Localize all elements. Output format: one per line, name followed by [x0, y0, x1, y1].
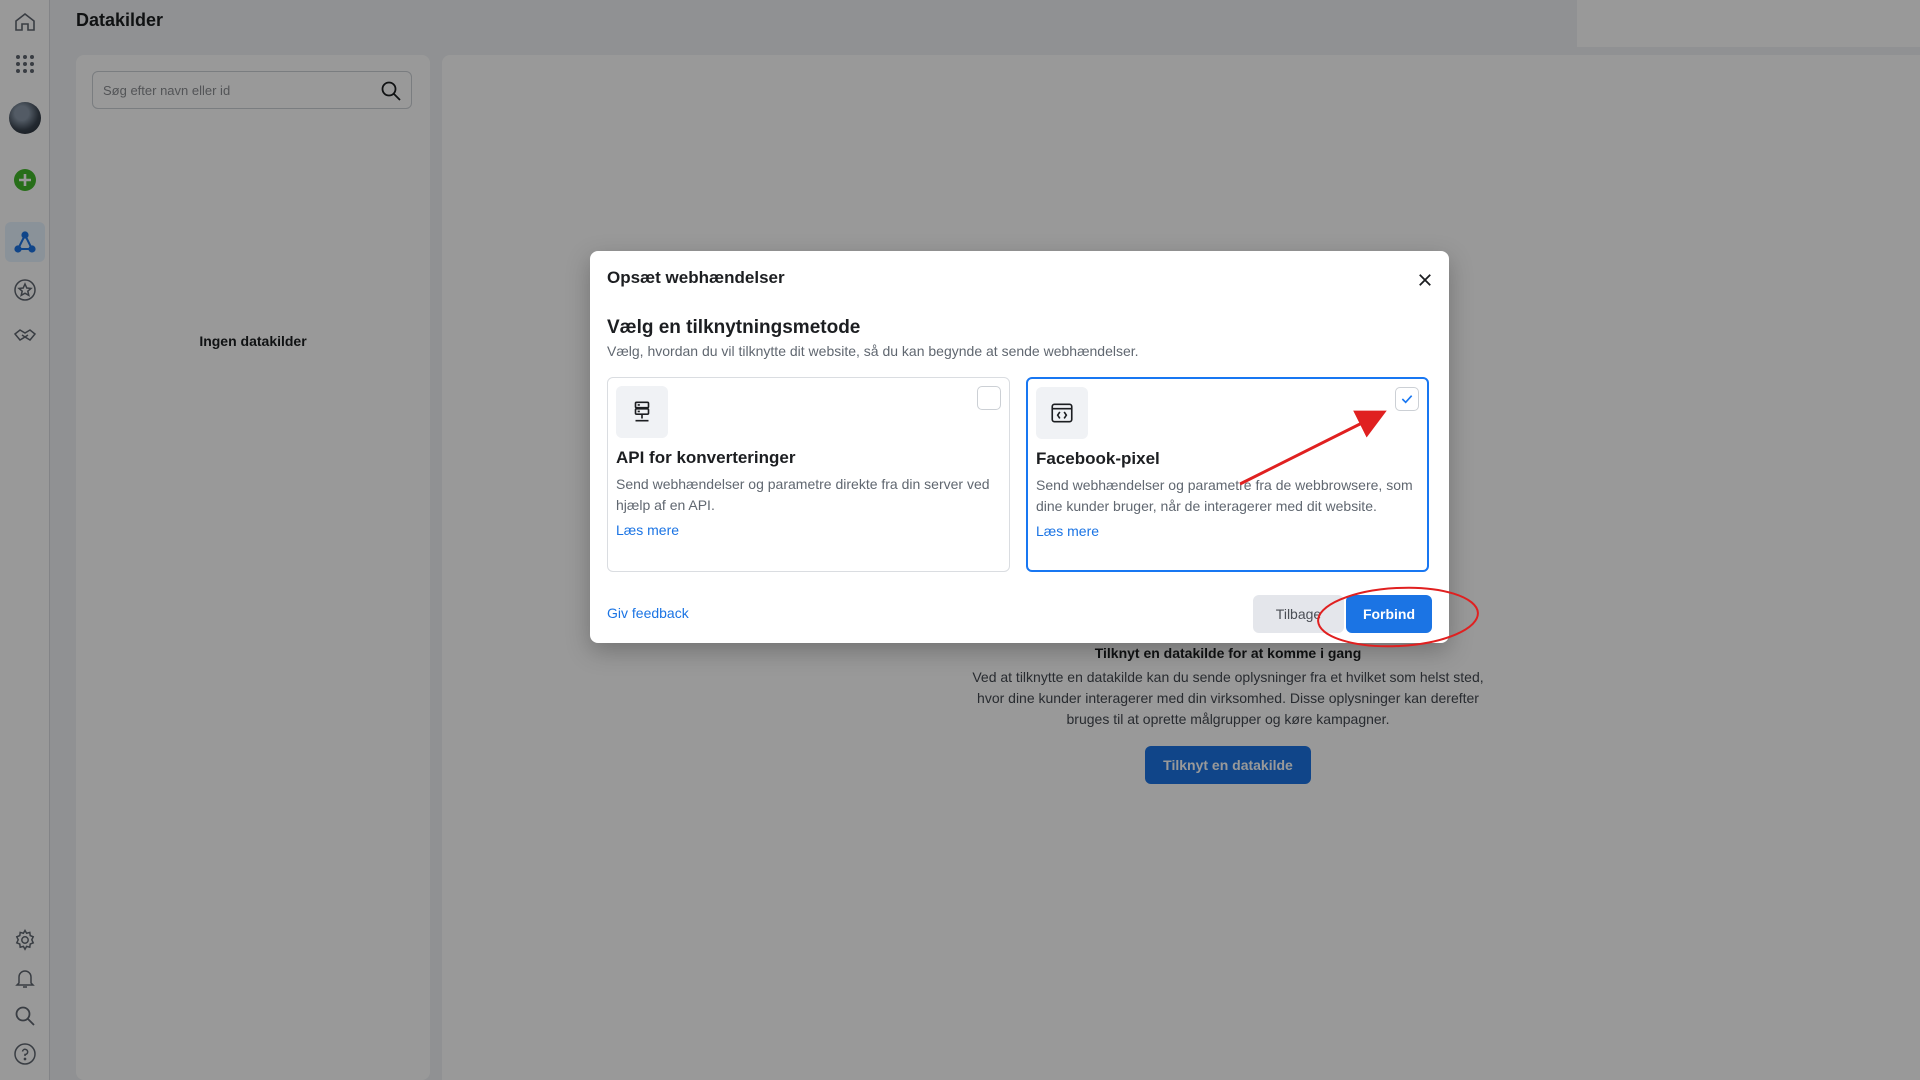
dialog-subheading: Vælg, hvordan du vil tilknytte dit websi… [607, 343, 1139, 359]
dialog-heading: Vælg en tilknytningsmetode [607, 317, 861, 338]
back-button[interactable]: Tilbage [1253, 595, 1344, 633]
option-icon-box [616, 386, 668, 438]
dialog-title: Opsæt webhændelser [607, 268, 785, 287]
checkmark-icon [1401, 395, 1413, 404]
option-facebook-pixel[interactable]: Facebook-pixel Send webhændelser og para… [1026, 377, 1429, 572]
learn-more-link[interactable]: Læs mere [1036, 521, 1421, 542]
option-description-text: Send webhændelser og parametre direkte f… [616, 476, 990, 513]
option-description: Send webhændelser og parametre fra de we… [1036, 475, 1421, 542]
server-icon [634, 401, 650, 422]
option-checkbox[interactable] [977, 386, 1001, 410]
option-description-text: Send webhændelser og parametre fra de we… [1036, 477, 1413, 514]
option-icon-box [1036, 387, 1088, 439]
option-description: Send webhændelser og parametre direkte f… [616, 474, 1001, 541]
give-feedback-link[interactable]: Giv feedback [607, 605, 689, 621]
option-checkbox[interactable] [1395, 387, 1419, 411]
connect-button[interactable]: Forbind [1346, 595, 1432, 633]
setup-web-events-dialog: Opsæt webhændelser Vælg en tilknytningsm… [590, 251, 1449, 643]
option-conversions-api[interactable]: API for konverteringer Send webhændelser… [607, 377, 1010, 572]
option-title: Facebook-pixel [1036, 449, 1160, 468]
learn-more-link[interactable]: Læs mere [616, 520, 1001, 541]
close-button[interactable] [1412, 267, 1438, 293]
option-title: API for konverteringer [616, 448, 796, 467]
code-window-icon [1051, 403, 1073, 423]
close-icon [1419, 274, 1431, 286]
